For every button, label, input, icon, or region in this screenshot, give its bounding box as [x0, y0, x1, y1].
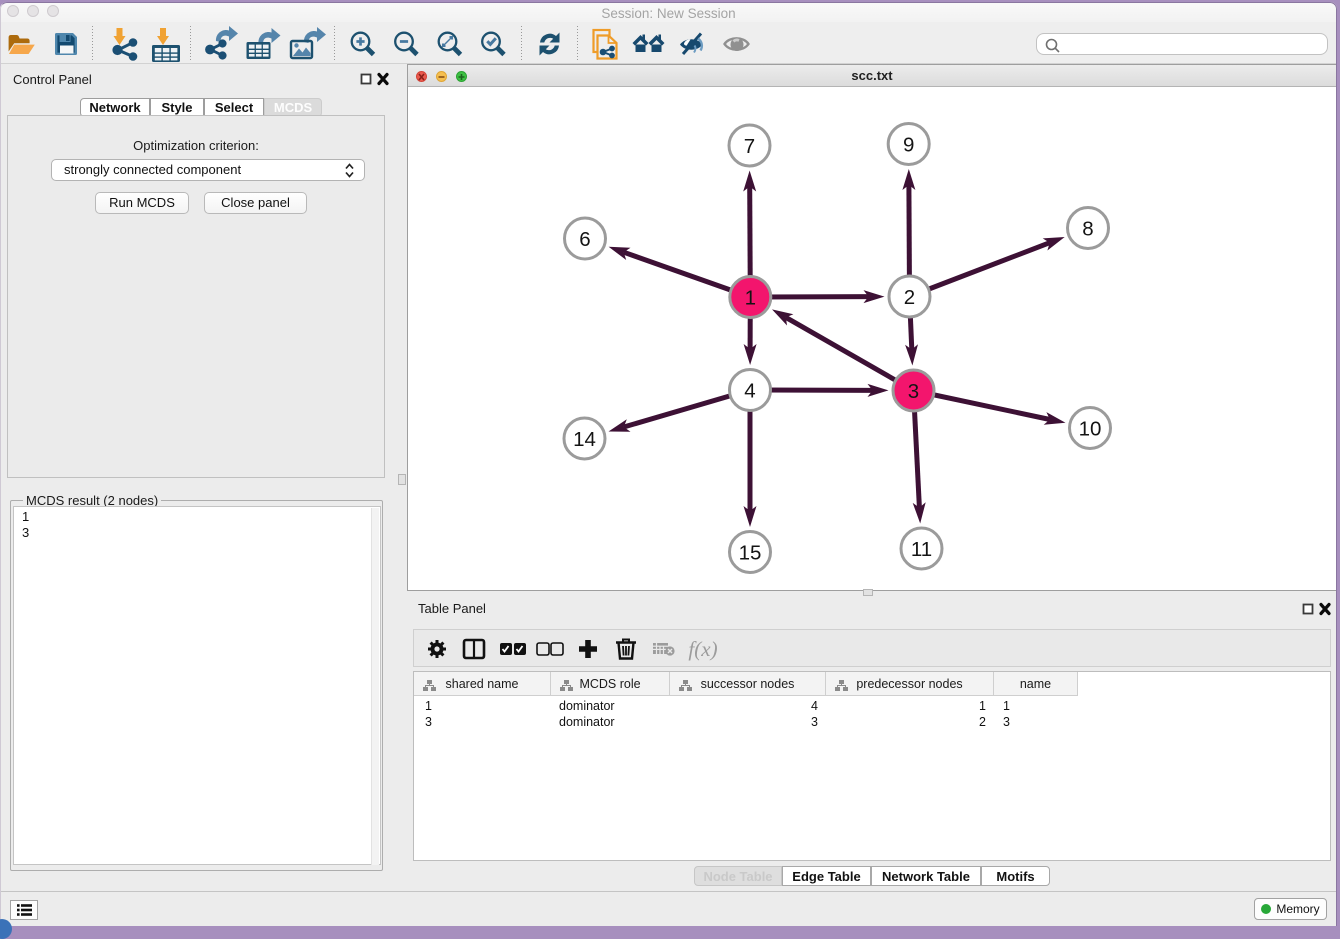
svg-text:2: 2	[904, 286, 915, 309]
svg-text:11: 11	[911, 538, 932, 561]
svg-text:8: 8	[1082, 218, 1093, 241]
svg-text:1: 1	[745, 287, 756, 310]
svg-text:3: 3	[908, 380, 919, 403]
svg-text:14: 14	[573, 428, 596, 451]
svg-text:4: 4	[744, 380, 755, 403]
svg-text:10: 10	[1079, 418, 1102, 441]
svg-text:9: 9	[903, 134, 914, 157]
svg-text:6: 6	[579, 228, 590, 251]
svg-text:7: 7	[744, 135, 755, 158]
svg-text:f(x): f(x)	[688, 637, 717, 661]
svg-text:15: 15	[739, 542, 762, 565]
